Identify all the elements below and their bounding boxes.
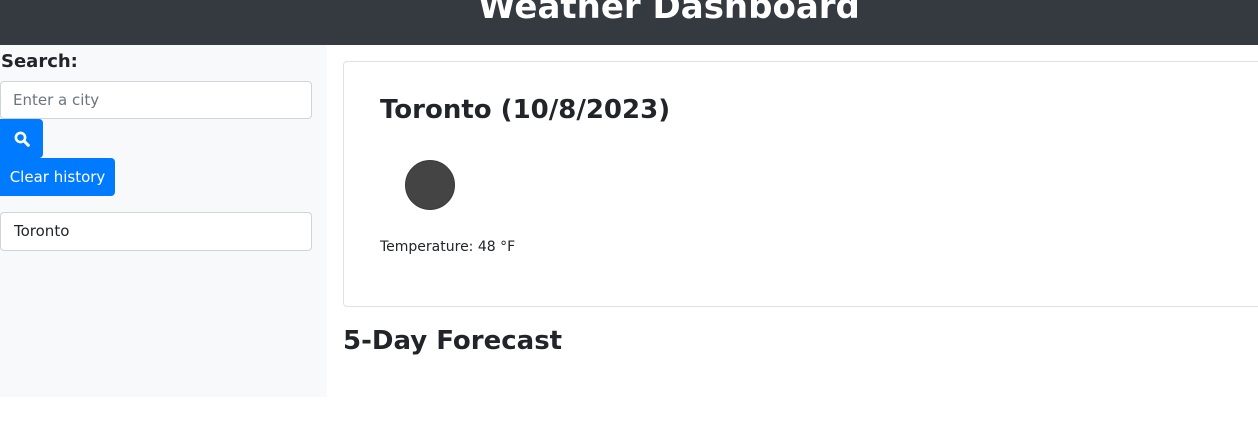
app-header: Weather Dashboard bbox=[0, 0, 1258, 45]
current-weather-card: Toronto (10/8/2023) Temperature: 48 °F bbox=[343, 61, 1258, 307]
history-item-toronto[interactable]: Toronto bbox=[0, 212, 312, 251]
temperature-unit: °F bbox=[500, 239, 516, 255]
search-icon bbox=[14, 131, 30, 147]
temperature-label: Temperature: bbox=[380, 239, 474, 255]
weather-icon bbox=[405, 160, 455, 210]
temperature-value: 48 bbox=[477, 239, 496, 255]
search-label: Search: bbox=[1, 51, 78, 72]
search-input[interactable] bbox=[0, 81, 312, 119]
forecast-title: 5-Day Forecast bbox=[343, 326, 563, 356]
search-button[interactable] bbox=[0, 119, 43, 158]
sidebar: Search: Clear history Toronto bbox=[0, 45, 327, 397]
page-title: Weather Dashboard bbox=[478, 0, 860, 27]
temperature-row: Temperature: 48 °F bbox=[380, 237, 515, 257]
current-city-title: Toronto (10/8/2023) bbox=[380, 95, 671, 125]
clear-history-button[interactable]: Clear history bbox=[0, 158, 115, 196]
